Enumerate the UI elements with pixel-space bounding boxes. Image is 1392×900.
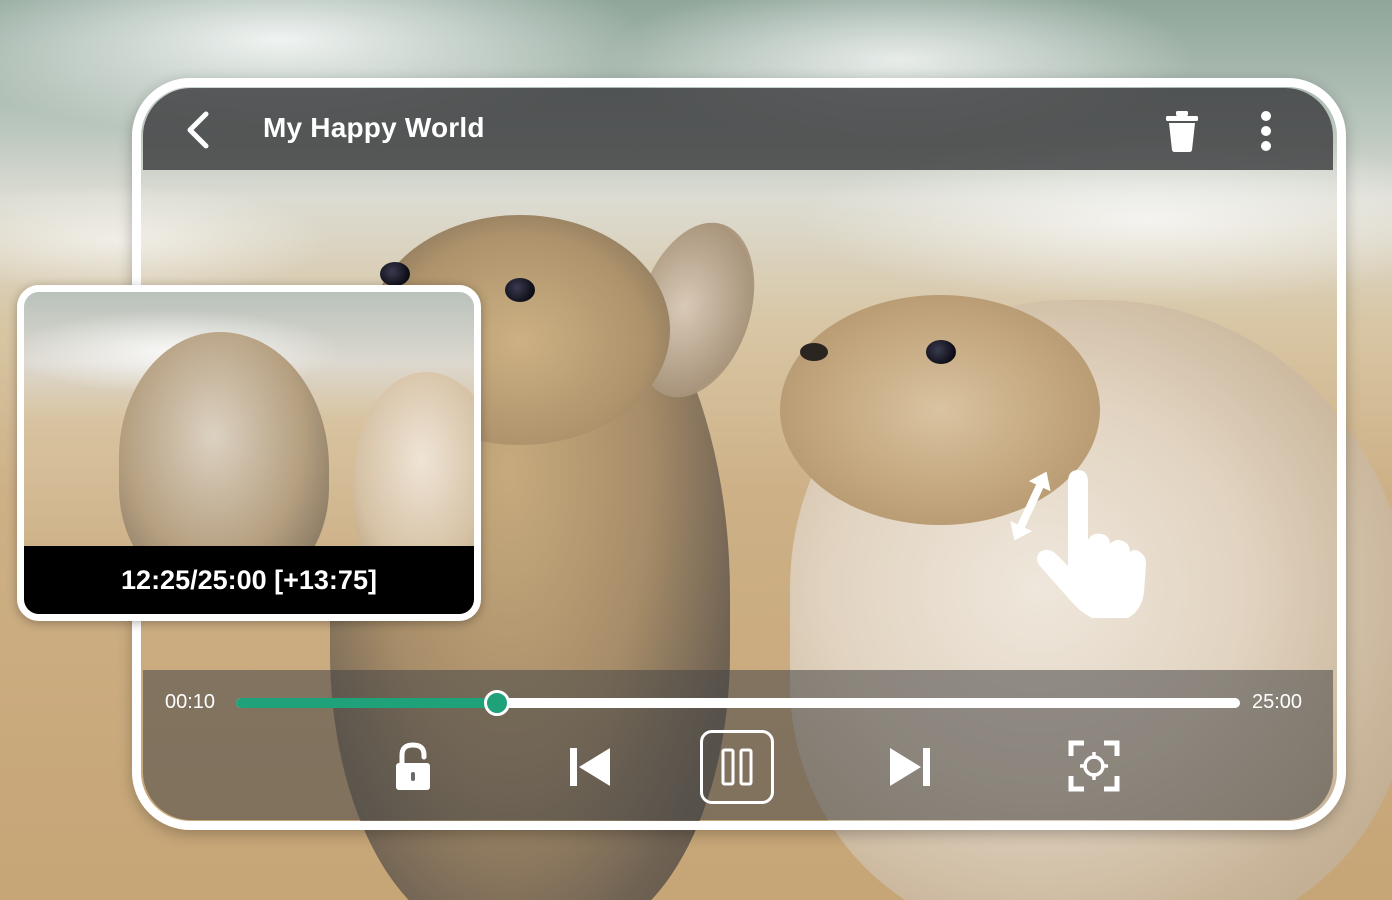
- current-time: 00:10: [165, 691, 216, 713]
- seek-bar-progress: [236, 698, 498, 708]
- pause-icon: [721, 748, 753, 786]
- seek-bar-handle[interactable]: [484, 690, 511, 716]
- lock-button[interactable]: [392, 742, 434, 792]
- skip-next-icon: [890, 748, 930, 786]
- skip-previous-icon: [570, 748, 610, 786]
- trash-icon[interactable]: [1160, 108, 1204, 154]
- total-time: 25:00: [1252, 691, 1303, 713]
- swipe-vertical-hand-icon: [1010, 470, 1146, 618]
- more-vertical-icon[interactable]: [1250, 108, 1282, 154]
- unlock-icon: [396, 742, 430, 790]
- seek-bar[interactable]: [236, 690, 1240, 716]
- pause-button[interactable]: [700, 730, 774, 804]
- video-title: My Happy World: [263, 112, 485, 143]
- chevron-left-icon[interactable]: [178, 108, 218, 152]
- preview-time-caption: 12:25/25:00 [+13:75]: [24, 546, 474, 614]
- next-button[interactable]: [886, 744, 934, 790]
- fullscreen-button[interactable]: [1068, 740, 1120, 792]
- previous-button[interactable]: [566, 744, 614, 790]
- seek-preview-thumbnail: 12:25/25:00 [+13:75]: [17, 285, 481, 621]
- fullscreen-focus-icon: [1068, 740, 1120, 792]
